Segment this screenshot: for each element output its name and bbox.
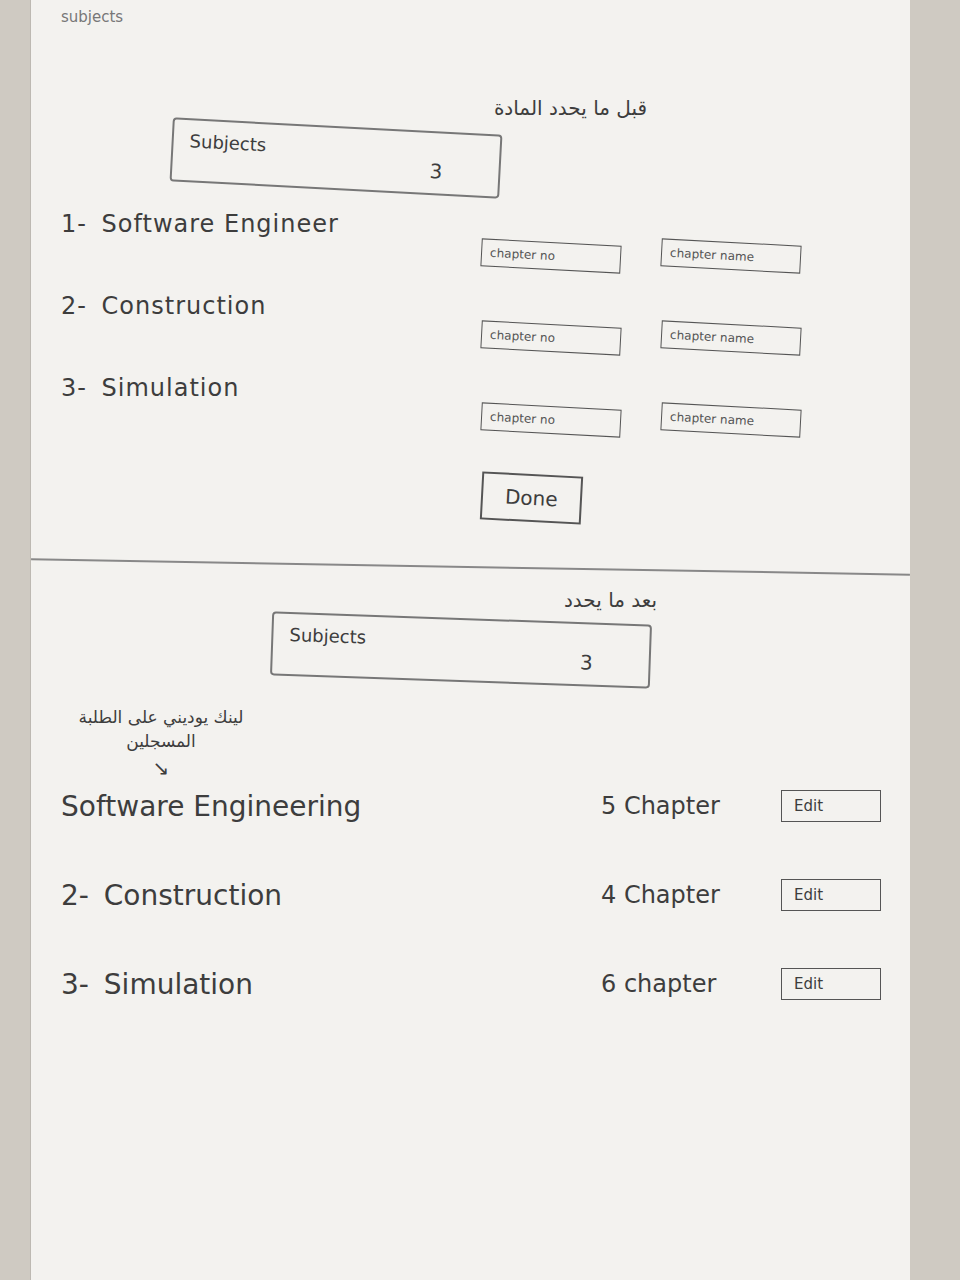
subject-row: 2- Construction4 ChapterEdit [61,879,880,912]
subjects-label: Subjects [289,624,366,648]
subjects-count-field: Subjects 3 [270,611,652,688]
chapter-count: 5 Chapter [601,792,781,820]
chapter-count: 4 Chapter [601,881,781,909]
chapter-fields: chapter nochapter name [61,324,880,352]
before-section: قبل ما يحدد المادة Subjects 3 1- Software E… [61,26,880,522]
done-button[interactable]: Done [480,471,583,524]
chapter-fields: chapter nochapter name [61,406,880,434]
chapter-name-field[interactable]: chapter name [660,238,801,273]
annotation-note: لينك يوديني على الطلبة المسجلين ↘ [61,706,261,782]
subjects-count: 3 [429,159,483,186]
chapter-no-field[interactable]: chapter no [480,402,621,437]
subject-row: 3- Simulation6 chapterEdit [61,968,880,1001]
page: subjects قبل ما يحدد المادة Subjects 3 1- So… [0,0,960,1280]
subject-name: 1- Software Engineer [61,210,880,238]
edit-button[interactable]: Edit [781,968,881,1000]
chapter-fields: chapter nochapter name [61,242,880,270]
after-section: بعد ما يحدد Subjects 3 لينك يوديني على الطل… [61,568,880,1001]
subject-link[interactable]: 3- Simulation [61,968,601,1001]
subjects-label: Subjects [189,130,267,155]
subjects-count-field[interactable]: Subjects 3 [170,117,503,198]
subject-name: 2- Construction [61,292,880,320]
chapter-no-field[interactable]: chapter no [480,320,621,355]
subject-row: Software Engineering5 ChapterEdit [61,790,880,823]
arrow-icon: ↘ [61,754,261,782]
section-heading: بعد ما يحدد [61,588,880,612]
chapter-count: 6 chapter [601,970,781,998]
edit-button[interactable]: Edit [781,790,881,822]
subject-name: 3- Simulation [61,374,880,402]
subject-input-row: 1- Software Engineerchapter nochapter na… [61,210,880,270]
subject-input-list: 1- Software Engineerchapter nochapter na… [61,210,880,434]
edit-button[interactable]: Edit [781,879,881,911]
section-heading: قبل ما يحدد المادة [61,96,880,120]
corner-label: subjects [61,8,880,26]
subjects-count: 3 [579,650,633,676]
note-text: لينك يوديني على الطلبة المسجلين [79,707,244,751]
chapter-name-field[interactable]: chapter name [660,320,801,355]
subject-input-row: 2- Constructionchapter nochapter name [61,292,880,352]
paper-sheet: subjects قبل ما يحدد المادة Subjects 3 1- So… [30,0,910,1280]
subject-link[interactable]: 2- Construction [61,879,601,912]
chapter-no-field[interactable]: chapter no [480,238,621,273]
subject-link[interactable]: Software Engineering [61,790,601,823]
chapter-name-field[interactable]: chapter name [660,402,801,437]
subject-input-row: 3- Simulationchapter nochapter name [61,374,880,434]
subject-list: Software Engineering5 ChapterEdit2- Cons… [61,790,880,1001]
section-divider [31,558,910,575]
